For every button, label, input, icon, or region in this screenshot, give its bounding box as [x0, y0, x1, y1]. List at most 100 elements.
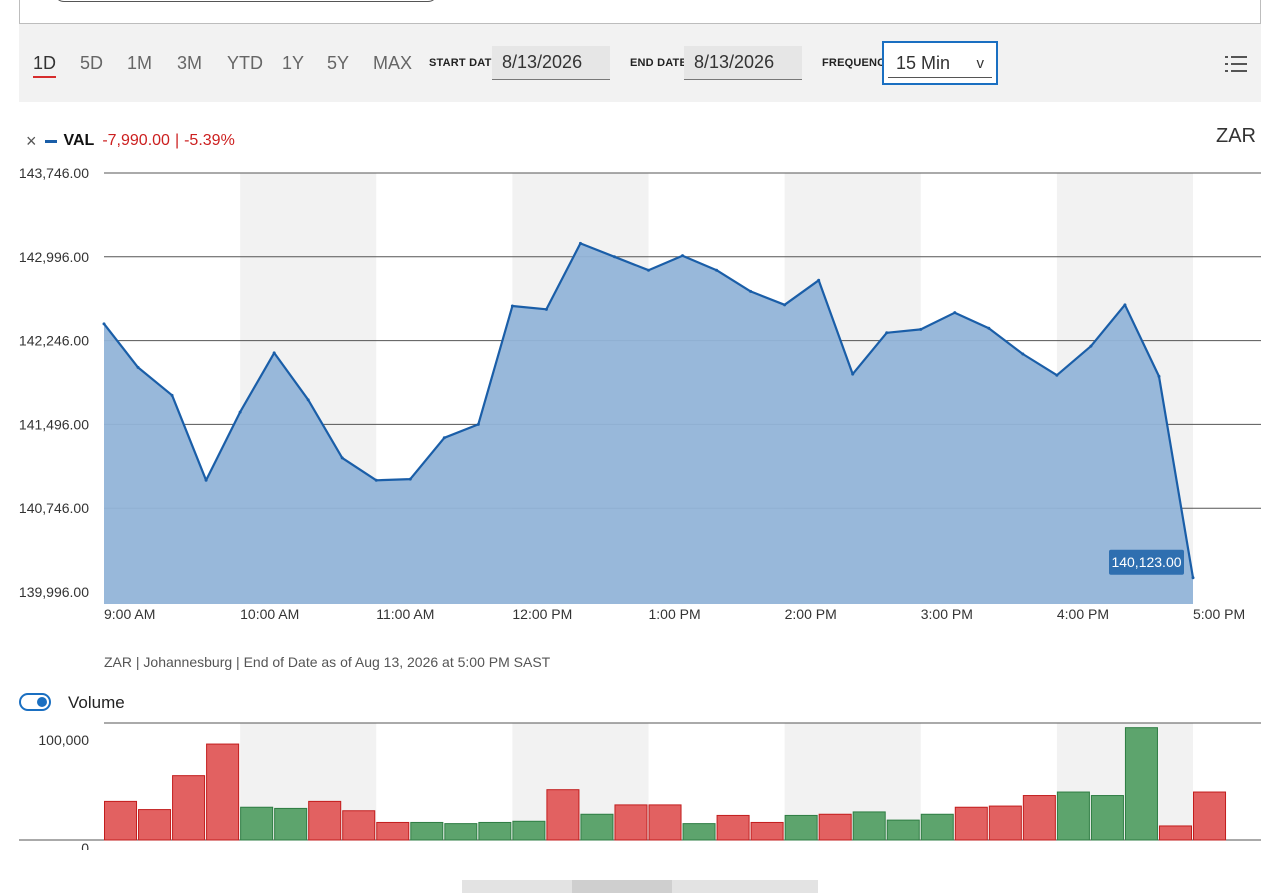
volume-bar-15: [614, 804, 648, 841]
volume-bar-11: [478, 821, 512, 841]
volume-bar-2: [172, 775, 206, 841]
volume-bar-1: [138, 809, 172, 841]
series-legend: × VAL -7,990.00 | -5.39%: [26, 130, 235, 152]
volume-bar-31: [1158, 825, 1192, 841]
close-icon[interactable]: ×: [26, 131, 37, 152]
data-point-13: [544, 307, 548, 311]
range-ytd-button[interactable]: YTD: [227, 52, 263, 74]
x-tick-label: 3:00 PM: [921, 606, 973, 622]
x-tick-label: 12:00 PM: [512, 606, 572, 622]
data-point-5: [272, 351, 276, 355]
data-point-22: [851, 372, 855, 376]
data-point-27: [1021, 352, 1025, 356]
volume-bar-22: [852, 811, 886, 841]
volume-bar-28: [1056, 791, 1090, 841]
price-chart: 143,746.00 142,996.00 142,246.00 141,496.00…: [19, 165, 1261, 622]
x-tick-label: 9:00 AM: [104, 606, 155, 622]
change-percent: -5.39%: [184, 132, 235, 149]
data-point-20: [783, 303, 787, 307]
volume-bar-19: [750, 821, 784, 841]
frequency-select-inner: 15 Min v: [888, 47, 992, 78]
data-point-30: [1123, 303, 1127, 307]
range-1m-button[interactable]: 1M: [127, 52, 152, 74]
volume-y-tick-label: 0: [81, 840, 89, 850]
volume-bar-20: [784, 814, 818, 841]
range-max-button[interactable]: MAX: [373, 52, 412, 74]
volume-y-tick-label: 100,000: [38, 732, 89, 748]
range-3m-button[interactable]: 3M: [177, 52, 202, 74]
data-point-4: [238, 410, 242, 414]
volume-bar-24: [920, 813, 954, 841]
volume-bar-26: [988, 805, 1022, 841]
volume-bar-10: [444, 823, 478, 841]
y-tick-label: 140,746.00: [19, 500, 89, 516]
start-date-input[interactable]: [492, 46, 610, 80]
end-date-input[interactable]: [684, 46, 802, 80]
range-5y-button[interactable]: 5Y: [327, 52, 349, 74]
data-point-29: [1089, 344, 1093, 348]
frequency-value: 15 Min: [896, 53, 951, 73]
x-tick-label: 2:00 PM: [785, 606, 837, 622]
change-separator: |: [174, 132, 180, 149]
currency-label: ZAR: [1216, 125, 1256, 147]
volume-label: Volume: [68, 693, 125, 712]
y-tick-label: 139,996.00: [19, 584, 89, 600]
data-point-24: [919, 327, 923, 331]
chart-toolbar: 1D 5D 1M 3M YTD 1Y 5Y MAX START DATE END…: [19, 24, 1261, 102]
volume-bar-5: [274, 807, 308, 841]
volume-bar-14: [580, 813, 614, 841]
data-point-32: [1191, 576, 1195, 580]
chevron-down-icon: v: [976, 55, 985, 72]
data-point-18: [715, 268, 719, 272]
last-value-label: 140,123.00: [1111, 554, 1181, 570]
data-point-0: [102, 322, 106, 326]
data-point-21: [817, 278, 821, 282]
y-tick-label: 142,246.00: [19, 333, 89, 349]
search-panel-frame: [19, 0, 1261, 24]
volume-bar-3: [206, 743, 240, 841]
y-tick-label: 141,496.00: [19, 416, 89, 432]
chart-footnote: ZAR | Johannesburg | End of Date as of A…: [104, 654, 551, 670]
change-absolute: -7,990.00: [102, 132, 170, 149]
data-point-16: [647, 268, 650, 272]
data-point-26: [987, 326, 991, 330]
series-swatch: [44, 139, 57, 143]
end-date-label: END DATE: [630, 57, 688, 69]
volume-bar-4: [240, 806, 274, 841]
data-point-6: [306, 398, 310, 402]
data-point-11: [476, 422, 480, 426]
range-1d-button[interactable]: 1D: [33, 52, 57, 78]
data-point-12: [510, 304, 514, 308]
data-point-25: [953, 311, 957, 315]
data-point-15: [612, 255, 616, 259]
volume-bar-25: [954, 806, 988, 841]
data-point-8: [374, 478, 378, 482]
range-5d-button[interactable]: 5D: [80, 52, 103, 74]
bottom-scroll-thumb[interactable]: [572, 880, 672, 893]
search-pill[interactable]: [54, 0, 438, 2]
bottom-scroll-strip: [462, 880, 818, 893]
volume-bar-17: [682, 823, 716, 841]
list-menu-icon[interactable]: [1225, 54, 1247, 74]
y-tick-label: 142,996.00: [19, 249, 89, 265]
volume-bar-6: [308, 800, 342, 841]
data-point-23: [885, 331, 889, 335]
volume-bar-8: [376, 821, 410, 841]
volume-bar-12: [512, 820, 546, 841]
volume-bar-18: [716, 814, 750, 841]
data-point-17: [681, 254, 685, 258]
data-point-9: [408, 477, 412, 481]
y-tick-label: 143,746.00: [19, 165, 89, 181]
volume-toggle-knob: [37, 697, 47, 707]
volume-chart: 100,000 0: [19, 722, 1261, 850]
data-point-10: [442, 436, 446, 440]
range-1y-button[interactable]: 1Y: [282, 52, 304, 74]
frequency-select[interactable]: 15 Min v: [882, 41, 998, 85]
x-tick-label: 1:00 PM: [649, 606, 701, 622]
volume-toggle[interactable]: [19, 693, 51, 711]
volume-bar-16: [648, 804, 682, 841]
data-point-19: [749, 289, 753, 293]
volume-bar-32: [1193, 791, 1227, 841]
data-point-14: [578, 241, 582, 245]
x-tick-label: 11:00 AM: [376, 606, 434, 622]
